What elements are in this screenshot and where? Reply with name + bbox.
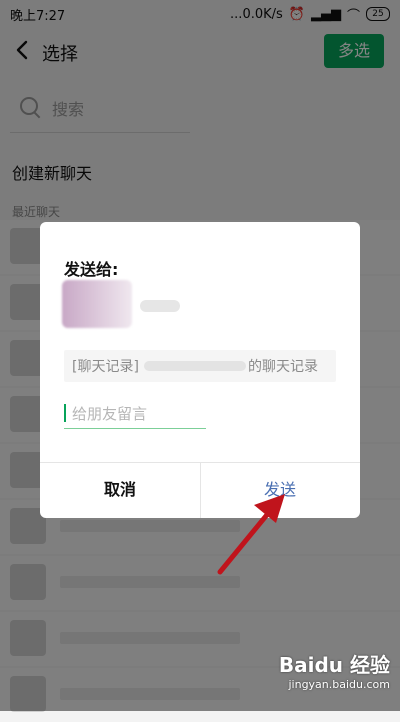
watermark-brand: Baidu 经验 [278, 653, 390, 677]
send-button[interactable]: 发送 [200, 462, 360, 518]
message-preview-blur [144, 361, 246, 371]
message-preview-right: 的聊天记录 [248, 359, 318, 375]
watermark-url: jingyan.baidu.com [288, 678, 390, 691]
recipient-name-blur [140, 300, 180, 312]
message-preview-left: [聊天记录] [72, 359, 139, 375]
friend-message-input[interactable] [64, 400, 206, 429]
message-preview-card: [聊天记录] 的聊天记录 [64, 350, 336, 382]
dialog-title: 发送给: [64, 260, 119, 279]
cancel-button[interactable]: 取消 [40, 462, 200, 518]
baidu-watermark: Baidu 经验 jingyan.baidu.com [279, 649, 390, 691]
recipient-avatar [62, 280, 132, 328]
send-dialog: 发送给: [聊天记录] 的聊天记录 取消 发送 [40, 222, 360, 518]
